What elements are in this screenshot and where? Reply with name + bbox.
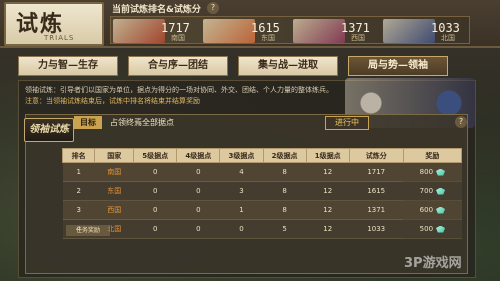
table-row: 2 东国 0 0 3 8 12 1615 700 bbox=[62, 181, 462, 201]
reward-value: 500 bbox=[419, 225, 434, 233]
tab-progress[interactable]: 集与战—进取 bbox=[238, 56, 338, 76]
reward-value: 800 bbox=[419, 168, 434, 176]
tab-leader[interactable]: 局与势—领袖 bbox=[348, 56, 448, 76]
gem-icon bbox=[436, 187, 446, 195]
table-row: 4 北国 0 0 0 5 12 1033 500 bbox=[62, 219, 462, 239]
gem-icon bbox=[436, 206, 446, 214]
nation-name: 东国 bbox=[261, 34, 275, 42]
l2-cell: 8 bbox=[263, 181, 307, 201]
description-text: 领袖试炼：引导者们以国家为单位，据点为得分的一场对协同、外交、团结、个人力量的整… bbox=[25, 86, 333, 94]
nation-cell: 东国 bbox=[94, 181, 134, 201]
l1-cell: 12 bbox=[306, 219, 350, 239]
description-note: 注意：当领袖试炼结束后，试炼中排名将结束并结算奖励 bbox=[25, 97, 200, 105]
score-cell: 1371 bbox=[349, 200, 404, 220]
leader-trial-badge: 领袖试炼 bbox=[24, 118, 74, 142]
l4-cell: 0 bbox=[176, 219, 220, 239]
nation-name: 南国 bbox=[171, 34, 185, 42]
reward-cell: 800 bbox=[403, 162, 462, 182]
reward-value: 600 bbox=[419, 206, 434, 214]
nation-ranking-strip: 1717 南国 1615 东国 1371 西国 1033 北国 bbox=[110, 16, 470, 44]
l1-cell: 12 bbox=[306, 162, 350, 182]
tab-unity[interactable]: 合与序—团结 bbox=[128, 56, 228, 76]
gem-icon bbox=[436, 225, 446, 233]
nation-name: 西国 bbox=[351, 34, 365, 42]
nation-art-icon bbox=[113, 19, 165, 43]
reward-cell: 500 bbox=[403, 219, 462, 239]
l1-cell: 12 bbox=[306, 200, 350, 220]
l4-cell: 0 bbox=[176, 200, 220, 220]
score-cell: 1717 bbox=[349, 162, 404, 182]
ranking-table: 排名 国家 5级据点 4级据点 3级据点 2级据点 1级据点 试炼分 奖励 1 … bbox=[61, 148, 463, 239]
l2-cell: 8 bbox=[263, 162, 307, 182]
page-subtitle: TRIALS bbox=[44, 34, 75, 42]
l5-cell: 0 bbox=[133, 181, 177, 201]
status-badge: 进行中 bbox=[325, 116, 369, 130]
l3-cell: 1 bbox=[219, 200, 264, 220]
table-row: 1 南国 0 0 4 8 12 1717 800 bbox=[62, 162, 462, 182]
l4-cell: 0 bbox=[176, 162, 220, 182]
l5-cell: 0 bbox=[133, 219, 177, 239]
column-header: 试炼分 bbox=[348, 148, 404, 163]
help-icon[interactable]: ? bbox=[207, 2, 219, 14]
watermark: 3P游戏网 bbox=[404, 256, 462, 271]
rank-title: 当前试炼排名&试炼分 bbox=[112, 5, 201, 15]
l3-cell: 0 bbox=[219, 219, 264, 239]
column-header: 排名 bbox=[61, 148, 96, 163]
rank-cell: 2 bbox=[62, 181, 95, 201]
gem-icon bbox=[436, 168, 446, 176]
help-icon[interactable]: ? bbox=[455, 116, 467, 128]
score-cell: 1033 bbox=[349, 219, 404, 239]
l5-cell: 0 bbox=[133, 162, 177, 182]
l1-cell: 12 bbox=[306, 181, 350, 201]
score-cell: 1615 bbox=[349, 181, 404, 201]
reward-cell: 600 bbox=[403, 200, 462, 220]
title-plaque: 试炼 TRIALS bbox=[4, 2, 104, 46]
nation-card[interactable]: 1717 南国 bbox=[111, 17, 201, 45]
nation-art-icon bbox=[293, 19, 345, 43]
column-header: 奖励 bbox=[402, 148, 463, 163]
tab-survival[interactable]: 力与智—生存 bbox=[18, 56, 118, 76]
goal-label: 目标 bbox=[74, 116, 102, 129]
nation-name: 北国 bbox=[441, 34, 455, 42]
nation-art-icon bbox=[203, 19, 255, 43]
trial-tabs: 力与智—生存 合与序—团结 集与战—进取 局与势—领袖 bbox=[18, 56, 458, 78]
reward-cell: 700 bbox=[403, 181, 462, 201]
nation-cell: 南国 bbox=[94, 162, 134, 182]
rank-cell: 3 bbox=[62, 200, 95, 220]
column-header: 4级据点 bbox=[176, 148, 221, 163]
table-header-row: 排名 国家 5级据点 4级据点 3级据点 2级据点 1级据点 试炼分 奖励 bbox=[61, 148, 463, 163]
top-bar: 试炼 TRIALS 当前试炼排名&试炼分 ? 1717 南国 1615 东国 1… bbox=[0, 0, 500, 48]
nation-card[interactable]: 1615 东国 bbox=[201, 17, 291, 45]
table-row: 3 西国 0 0 1 8 12 1371 600 bbox=[62, 200, 462, 220]
l5-cell: 0 bbox=[133, 200, 177, 220]
l3-cell: 3 bbox=[219, 181, 264, 201]
nation-card[interactable]: 1371 西国 bbox=[291, 17, 381, 45]
mission-reward-tag[interactable]: 任务奖励 bbox=[66, 225, 110, 236]
column-header: 3级据点 bbox=[219, 148, 264, 163]
reward-value: 700 bbox=[419, 187, 434, 195]
column-header: 5级据点 bbox=[133, 148, 178, 163]
column-header: 2级据点 bbox=[262, 148, 307, 163]
rank-cell: 1 bbox=[62, 162, 95, 182]
goal-text: 占领终焉全部据点 bbox=[110, 118, 174, 127]
l4-cell: 0 bbox=[176, 181, 220, 201]
trial-description: 领袖试炼：引导者们以国家为单位，据点为得分的一场对协同、外交、团结、个人力量的整… bbox=[25, 85, 355, 107]
nation-card[interactable]: 1033 北国 bbox=[381, 17, 471, 45]
nation-cell: 西国 bbox=[94, 200, 134, 220]
l2-cell: 5 bbox=[263, 219, 307, 239]
l3-cell: 4 bbox=[219, 162, 264, 182]
nation-art-icon bbox=[383, 19, 435, 43]
column-header: 1级据点 bbox=[305, 148, 350, 163]
l2-cell: 8 bbox=[263, 200, 307, 220]
column-header: 国家 bbox=[94, 148, 135, 163]
